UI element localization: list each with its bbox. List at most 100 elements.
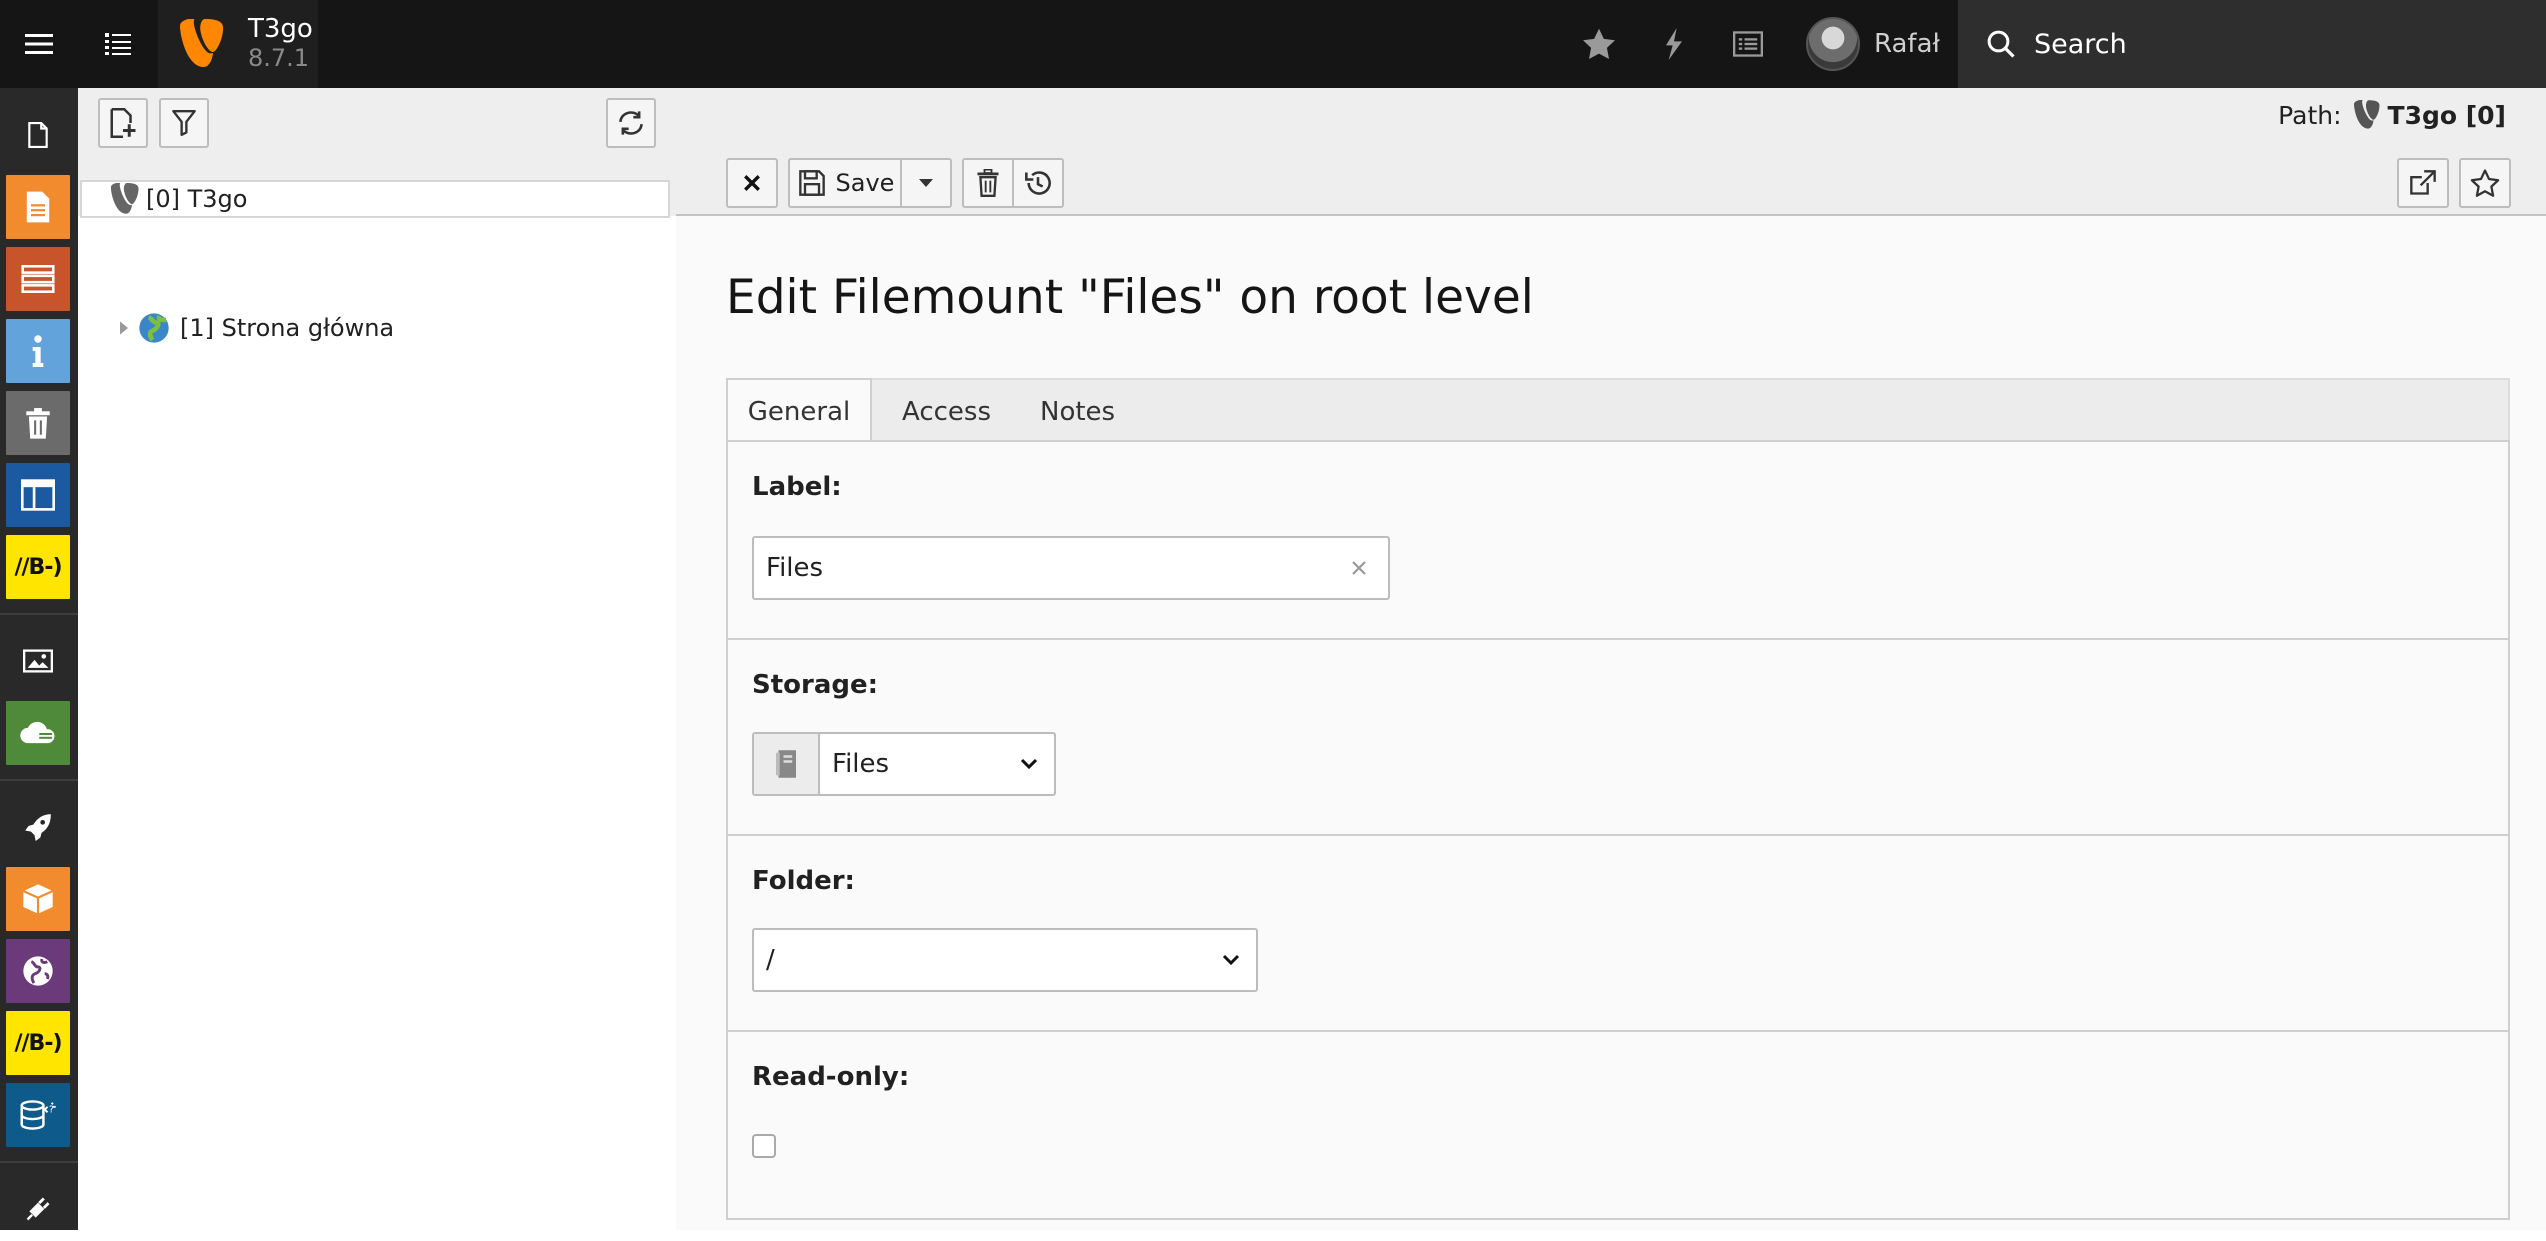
plug-icon: [26, 1197, 50, 1221]
hamburger-icon: [25, 34, 53, 54]
module-separator: [0, 613, 78, 615]
module-recycler[interactable]: [6, 391, 70, 455]
tab-bar: General Access Notes: [726, 378, 2510, 443]
bolt-icon: [1666, 28, 1682, 60]
system-info-button[interactable]: [1726, 22, 1770, 66]
module-extensions[interactable]: [6, 867, 70, 931]
save-button[interactable]: Save: [788, 158, 902, 208]
user-menu[interactable]: Rafał: [1806, 16, 1940, 72]
info-icon: [32, 335, 44, 367]
storage-select[interactable]: Files: [752, 732, 1056, 796]
module-template[interactable]: [6, 463, 70, 527]
storage-icon: [776, 750, 796, 778]
save-label: Save: [835, 169, 895, 197]
refresh-icon: [619, 111, 643, 135]
save-dropdown-button[interactable]: [900, 158, 952, 208]
tab-access[interactable]: Access: [902, 380, 991, 443]
label-input-value: Files: [766, 553, 824, 583]
readonly-checkbox[interactable]: [752, 1134, 776, 1158]
bb-icon: //B-): [14, 554, 62, 580]
system-list-icon: [1733, 31, 1763, 57]
module-separator: [0, 1161, 78, 1163]
site-name: T3go: [248, 14, 313, 45]
bookmark-button[interactable]: [2459, 158, 2511, 208]
trash-icon: [977, 169, 999, 197]
user-name: Rafał: [1874, 29, 1940, 59]
module-brainy-2[interactable]: //B-): [6, 1011, 70, 1075]
clear-input-icon[interactable]: [1352, 561, 1366, 575]
bb-icon: //B-): [14, 1030, 62, 1056]
doc-header: [676, 88, 2546, 216]
bookmarks-button[interactable]: [1577, 22, 1621, 66]
tab-notes[interactable]: Notes: [1040, 380, 1115, 443]
label-input[interactable]: Files: [752, 536, 1390, 600]
globe-icon: [23, 956, 53, 986]
tree-node-child[interactable]: [1] Strona główna: [118, 309, 394, 347]
save-icon: [798, 170, 825, 196]
trash-icon: [26, 408, 50, 439]
open-new-window-button[interactable]: [2397, 158, 2449, 208]
pagetree-toggle-button[interactable]: [78, 0, 158, 88]
search-bar[interactable]: Search: [1958, 0, 2546, 88]
image-icon: [23, 649, 53, 673]
search-label: Search: [2034, 28, 2127, 60]
star-icon: [1583, 28, 1615, 60]
cloud-icon: [20, 721, 55, 744]
label-field-label: Label:: [752, 472, 842, 502]
module-menu: //B-) //B-) ?: [0, 88, 78, 1230]
module-web-page[interactable]: [6, 175, 70, 239]
box-icon: [22, 884, 54, 914]
typo3-logo-icon: [180, 19, 224, 67]
star-outline-icon: [2470, 169, 2500, 197]
avatar: [1806, 17, 1860, 71]
module-info[interactable]: [6, 319, 70, 383]
close-button[interactable]: [726, 158, 778, 208]
brand[interactable]: T3go 8.7.1: [158, 0, 313, 88]
external-link-icon: [2410, 170, 2436, 195]
tab-general[interactable]: General: [726, 378, 872, 443]
storage-field-label: Storage:: [752, 670, 879, 700]
module-rocket[interactable]: [6, 795, 70, 859]
delete-button[interactable]: [962, 158, 1014, 208]
menu-toggle-button[interactable]: [0, 0, 78, 88]
history-button[interactable]: [1012, 158, 1064, 208]
expand-arrow-icon[interactable]: [118, 320, 130, 336]
path-label: Path:: [2278, 100, 2342, 130]
folder-section: Folder: /: [728, 836, 2508, 1032]
tree-node-root-label: [0] T3go: [146, 185, 248, 213]
folder-field-label: Folder:: [752, 866, 855, 896]
svg-text:?: ?: [49, 1104, 54, 1115]
module-sites[interactable]: [6, 939, 70, 1003]
chevron-down-icon: [1020, 758, 1038, 770]
filter-button[interactable]: [159, 98, 209, 148]
database-icon: ?: [20, 1100, 56, 1130]
chevron-down-icon: [1222, 954, 1240, 966]
new-page-button[interactable]: [98, 98, 148, 148]
caret-down-icon: [919, 179, 933, 187]
module-list[interactable]: [6, 247, 70, 311]
filter-icon: [172, 110, 196, 136]
clear-cache-button[interactable]: [1652, 22, 1696, 66]
layout-icon: [21, 479, 55, 511]
module-cloud[interactable]: [6, 701, 70, 765]
folder-select[interactable]: /: [752, 928, 1258, 992]
path-title[interactable]: T3go [0]: [2388, 101, 2506, 130]
storage-value: Files: [832, 749, 890, 779]
module-page[interactable]: [6, 103, 70, 167]
storage-icon-box: [754, 734, 820, 794]
form-panel: Label: Files Storage: Files Folder: / Re…: [726, 440, 2510, 1220]
tree-node-root[interactable]: [0] T3go: [110, 180, 247, 218]
refresh-tree-button[interactable]: [606, 98, 656, 148]
list-icon: [21, 265, 55, 293]
module-plugin[interactable]: [6, 1177, 70, 1241]
tree-list-icon: [105, 33, 131, 55]
search-icon: [1987, 30, 2015, 58]
breadcrumb: Path: T3go [0]: [2278, 100, 2506, 130]
new-page-icon: [110, 108, 136, 138]
rocket-icon: [25, 814, 51, 841]
module-db[interactable]: ?: [6, 1083, 70, 1147]
folder-value: /: [766, 945, 775, 975]
module-filelist[interactable]: [6, 629, 70, 693]
page-tree-panel: [78, 88, 676, 1230]
module-brainy-1[interactable]: //B-): [6, 535, 70, 599]
